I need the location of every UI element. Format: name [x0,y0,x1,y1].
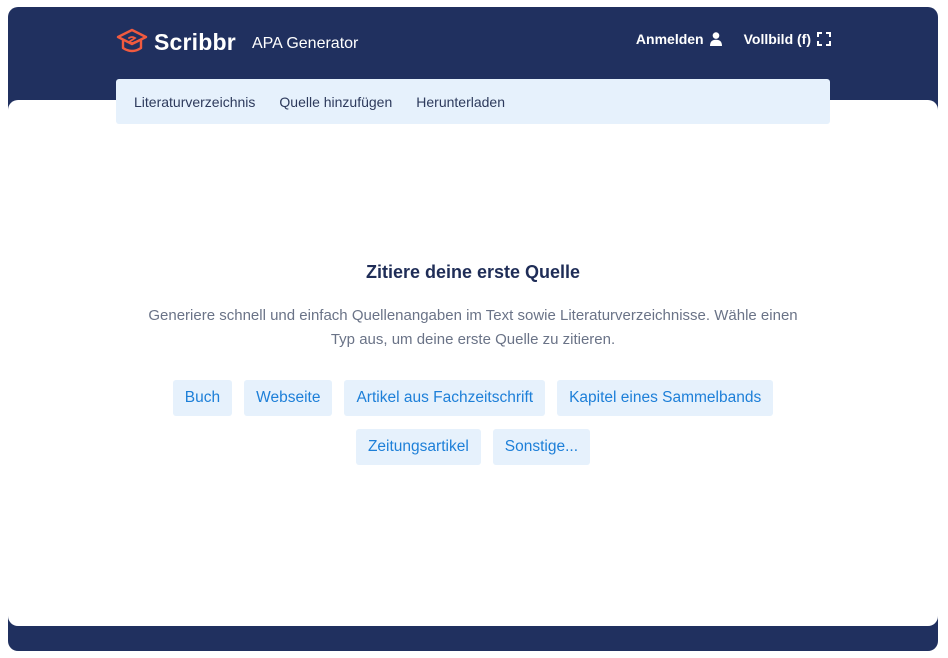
source-type-website-button[interactable]: Webseite [244,380,333,416]
page-title: Zitiere deine erste Quelle [365,262,581,282]
graduation-cap-icon [116,28,148,53]
source-type-other-button[interactable]: Sonstige... [492,429,591,465]
source-type-journal-article-button[interactable]: Artikel aus Fachzeitschrift [344,380,546,416]
app-frame: Scribbr APA Generator Anmelden Vollbild … [8,7,938,651]
header: Scribbr APA Generator Anmelden Vollbild … [8,7,938,79]
product-name: APA Generator [251,34,359,52]
tab-bar: Literaturverzeichnis Quelle hinzufügen H… [116,79,830,124]
tab-literaturverzeichnis[interactable]: Literaturverzeichnis [134,94,255,110]
tab-herunterladen[interactable]: Herunterladen [416,94,505,110]
source-type-newspaper-article-button[interactable]: Zeitungsartikel [355,429,481,465]
login-button[interactable]: Anmelden [636,31,722,47]
fullscreen-label: Vollbild (f) [743,31,811,47]
fullscreen-icon [817,32,831,46]
user-icon [709,32,722,46]
scribbr-logo[interactable]: Scribbr APA Generator [116,27,358,57]
source-type-book-chapter-button[interactable]: Kapitel eines Sammelbands [557,380,774,416]
page-description: Generiere schnell und einfach Quellenang… [148,307,798,348]
tab-quelle-hinzufuegen[interactable]: Quelle hinzufügen [279,94,392,110]
header-actions: Anmelden Vollbild (f) [636,31,831,47]
main-card: Zitiere deine erste Quelle Generiere sch… [8,100,938,626]
fullscreen-button[interactable]: Vollbild (f) [744,31,831,47]
login-label: Anmelden [635,31,704,47]
source-type-list: Buch Webseite Artikel aus Fachzeitschrif… [148,380,798,465]
brand-name: Scribbr [154,28,236,55]
source-type-book-button[interactable]: Buch [172,380,233,416]
